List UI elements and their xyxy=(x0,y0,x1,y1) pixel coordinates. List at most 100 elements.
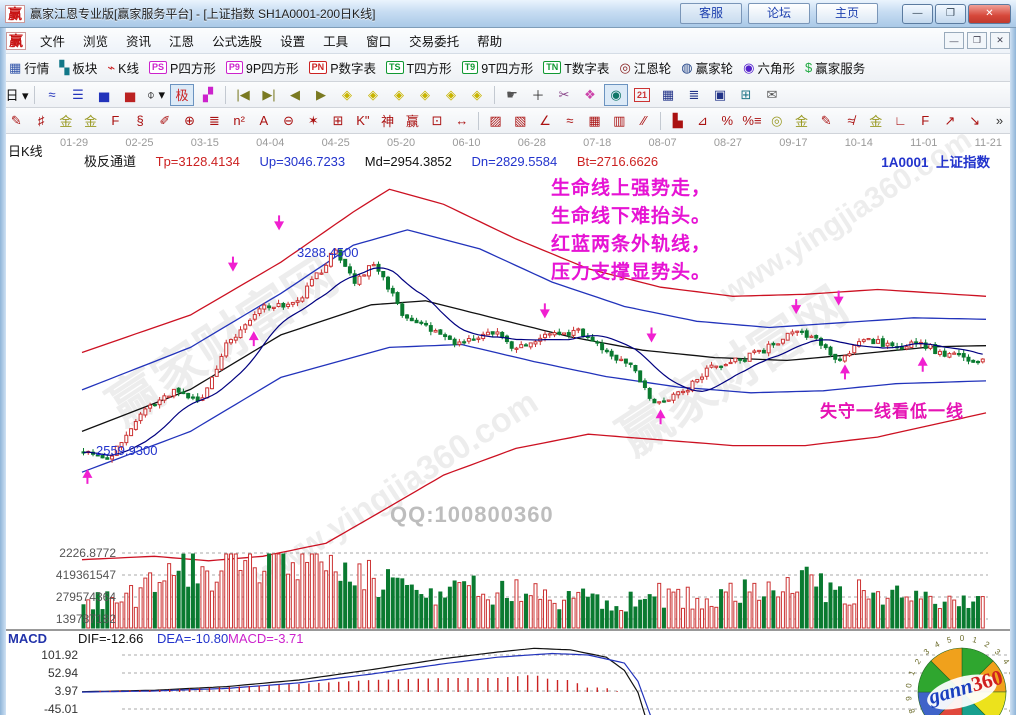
marker-icon[interactable]: K" xyxy=(352,110,375,132)
last-bar-icon[interactable]: ▶| xyxy=(257,84,281,106)
compass-icon[interactable]: ⊖ xyxy=(277,110,300,132)
toolbar-t-number-table-button[interactable]: TNT数字表 xyxy=(543,58,609,77)
bars-9-icon[interactable]: ▅ xyxy=(118,84,142,106)
hspan-icon[interactable]: ↔ xyxy=(451,110,474,132)
ruler-icon[interactable]: ≣ xyxy=(203,110,226,132)
toolbar-winner-wheel-button[interactable]: ◍赢家轮 xyxy=(681,58,733,77)
toolbar-9t-square-button[interactable]: T99T四方形 xyxy=(462,58,534,77)
shen-icon[interactable]: 神 xyxy=(376,110,399,132)
f-angle-icon[interactable]: F xyxy=(914,110,937,132)
candle-style-dropdown[interactable]: ⌽ ▾ xyxy=(144,84,168,106)
box-hatch-icon[interactable]: ▨ xyxy=(484,110,507,132)
wave-cross-icon[interactable]: ≉ xyxy=(840,110,863,132)
menu-交易委托[interactable]: 交易委托 xyxy=(400,31,468,50)
toolbar-winner-service-button[interactable]: $赢家服务 xyxy=(805,58,865,77)
number-grid-icon[interactable]: ⊡ xyxy=(426,110,449,132)
toolbar-t-square-button[interactable]: TST四方形 xyxy=(386,58,452,77)
menu-浏览[interactable]: 浏览 xyxy=(74,31,117,50)
menu-窗口[interactable]: 窗口 xyxy=(357,31,400,50)
calendar-icon[interactable]: 21 xyxy=(630,84,654,106)
brain-icon[interactable]: ◉ xyxy=(604,84,628,106)
homepage-button[interactable]: 主页 xyxy=(816,3,878,24)
menu-公式选股[interactable]: 公式选股 xyxy=(203,31,271,50)
diamond-hshrink-icon[interactable]: ◈ xyxy=(387,84,411,106)
box-hatch2-icon[interactable]: ▧ xyxy=(509,110,532,132)
hand-tool-icon[interactable]: ☛ xyxy=(500,84,524,106)
j-angle-icon[interactable]: ∟ xyxy=(889,110,912,132)
toolbar-quotes-button[interactable]: ▦行情 xyxy=(9,58,49,77)
scissors-icon[interactable]: ✂ xyxy=(552,84,576,106)
toolbar-gann-wheel-button[interactable]: ◎江恩轮 xyxy=(619,58,671,77)
circle-arc-icon[interactable]: ⊕ xyxy=(178,110,201,132)
toolbar-p-square-button[interactable]: PSP四方形 xyxy=(149,58,216,77)
prev-bar-icon[interactable]: ◀ xyxy=(283,84,307,106)
grid-target-icon[interactable]: ⊞ xyxy=(327,110,350,132)
diamond-left-icon[interactable]: ◈ xyxy=(335,84,359,106)
menu-文件[interactable]: 文件 xyxy=(31,31,74,50)
save-icon[interactable]: ▣ xyxy=(708,84,732,106)
toolbar-p-number-table-button[interactable]: PNP数字表 xyxy=(309,58,376,77)
diamond-vshrink-icon[interactable]: ◈ xyxy=(465,84,489,106)
child-minimize-button[interactable]: — xyxy=(944,32,964,49)
menu-设置[interactable]: 设置 xyxy=(271,31,314,50)
color-histogram-icon[interactable]: ▞ xyxy=(196,84,220,106)
chart-grid-icon[interactable]: ▥ xyxy=(608,110,631,132)
forum-button[interactable]: 论坛 xyxy=(748,3,810,24)
a-line-icon[interactable]: A xyxy=(253,110,276,132)
gold-lines-icon[interactable]: 金 xyxy=(790,110,813,132)
menu-工具[interactable]: 工具 xyxy=(314,31,357,50)
angle-icon[interactable]: ∠ xyxy=(534,110,557,132)
mail-truck-icon[interactable]: ✉ xyxy=(760,84,784,106)
customer-service-button[interactable]: 客服 xyxy=(680,3,742,24)
menu-资讯[interactable]: 资讯 xyxy=(117,31,160,50)
toolbar-sectors-button[interactable]: ▚板块 xyxy=(59,58,97,77)
child-close-button[interactable]: ✕ xyxy=(990,32,1010,49)
notepad-icon[interactable]: ≣ xyxy=(682,84,706,106)
close-button[interactable]: ✕ xyxy=(968,4,1011,24)
ying-icon[interactable]: 赢 xyxy=(401,110,424,132)
calculator-icon[interactable]: ▦ xyxy=(656,84,680,106)
diamond-right-icon[interactable]: ◈ xyxy=(361,84,385,106)
percent-flag-icon[interactable]: ⊿ xyxy=(691,110,714,132)
toolbar-9p-square-button[interactable]: P99P四方形 xyxy=(226,58,299,77)
minimize-button[interactable]: — xyxy=(902,4,933,24)
speed-down-icon[interactable]: ↘ xyxy=(963,110,986,132)
net-icon[interactable]: ▦ xyxy=(583,110,606,132)
note-icon[interactable]: ☰ xyxy=(66,84,90,106)
spiral-icon[interactable]: § xyxy=(129,110,152,132)
n2-icon[interactable]: n² xyxy=(228,110,251,132)
golden-band-icon[interactable]: 金 xyxy=(79,110,102,132)
bars-3-icon[interactable]: ▅ xyxy=(92,84,116,106)
jiangen-channel-icon[interactable]: 极 xyxy=(170,84,194,106)
restore-button[interactable]: ❐ xyxy=(935,4,966,24)
menu-帮助[interactable]: 帮助 xyxy=(468,31,511,50)
fan-lines-icon[interactable]: ∕∕ xyxy=(633,110,656,132)
wave-icon[interactable]: ≈ xyxy=(558,110,581,132)
diamond-vexpand-icon[interactable]: ◈ xyxy=(439,84,463,106)
menu-江恩[interactable]: 江恩 xyxy=(160,31,203,50)
zigzag-icon[interactable]: ≈ xyxy=(40,84,64,106)
child-restore-button[interactable]: ❐ xyxy=(967,32,987,49)
export-icon[interactable]: ⊞ xyxy=(734,84,758,106)
first-bar-icon[interactable]: |◀ xyxy=(231,84,255,106)
next-bar-icon[interactable]: ▶ xyxy=(309,84,333,106)
toolbar-hexagon-button[interactable]: ◉六角形 xyxy=(743,58,795,77)
more-button[interactable]: » xyxy=(988,110,1011,132)
brush-icon[interactable]: ✎ xyxy=(5,110,28,132)
percent-lines-icon[interactable]: %≡ xyxy=(741,110,764,132)
kline-chart-canvas[interactable]: gann36001234567890123456789012345 xyxy=(0,134,1016,715)
ink-icon[interactable]: ✎ xyxy=(815,110,838,132)
pattern-icon[interactable]: ❖ xyxy=(578,84,602,106)
diamond-hexpand-icon[interactable]: ◈ xyxy=(413,84,437,106)
gann-line-icon[interactable]: ♯ xyxy=(30,110,53,132)
crosshair-tool-icon[interactable]: ＋ xyxy=(526,84,550,106)
red-brush-icon[interactable]: ✐ xyxy=(154,110,177,132)
web-icon[interactable]: ✶ xyxy=(302,110,325,132)
gold-circle-icon[interactable]: ◎ xyxy=(765,110,788,132)
period-daily-dropdown[interactable]: 日 ▾ xyxy=(5,84,29,106)
percent-icon[interactable]: % xyxy=(716,110,739,132)
gold-sq-icon[interactable]: 金 xyxy=(864,110,887,132)
f-line-icon[interactable]: F xyxy=(104,110,127,132)
toolbar-kline-button[interactable]: ⌁K线 xyxy=(107,58,139,77)
stat-columns-icon[interactable]: ▙ xyxy=(666,110,689,132)
